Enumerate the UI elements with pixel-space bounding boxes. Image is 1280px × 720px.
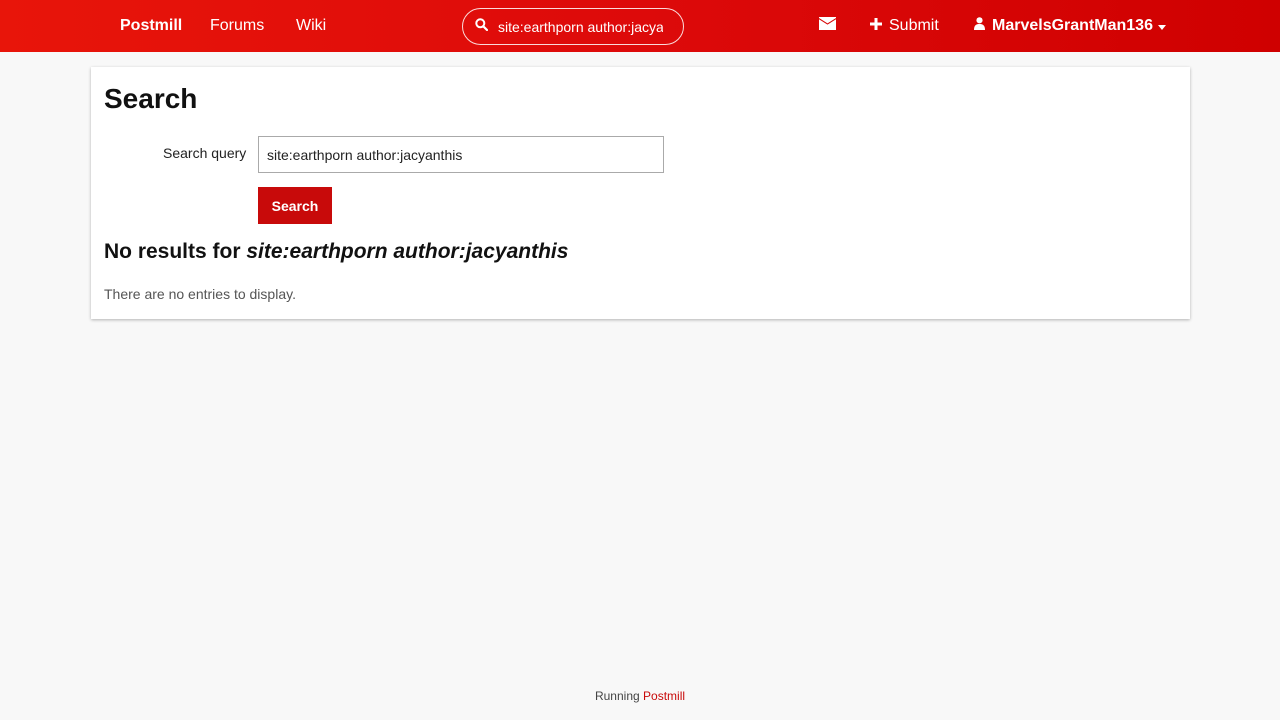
search-button[interactable]: Search — [258, 187, 332, 224]
plus-icon — [870, 17, 882, 35]
header-search-input[interactable] — [498, 18, 663, 35]
results-prefix: No results for — [104, 240, 247, 263]
results-query: site:earthporn author:jacyanthis — [246, 240, 569, 263]
submit-link[interactable]: Submit — [870, 0, 939, 52]
footer: Running Postmill — [0, 689, 1280, 703]
envelope-icon — [819, 17, 836, 35]
search-query-input[interactable] — [258, 136, 664, 173]
user-icon — [974, 17, 985, 35]
page-title: Search — [104, 83, 198, 114]
results-heading: No results for site:earthporn author:jac… — [104, 240, 568, 264]
username: MarvelsGrantMan136 — [992, 17, 1153, 34]
brand-link[interactable]: Postmill — [120, 0, 182, 52]
search-icon — [475, 17, 489, 36]
messages-button[interactable] — [819, 0, 836, 52]
nav-link-forums[interactable]: Forums — [210, 0, 264, 52]
user-menu[interactable]: MarvelsGrantMan136 — [974, 0, 1166, 52]
search-panel: Search Search query Search No results fo… — [91, 67, 1190, 319]
submit-label: Submit — [889, 17, 939, 34]
search-query-label: Search query — [163, 145, 247, 161]
empty-results-message: There are no entries to display. — [104, 286, 296, 302]
nav-link-wiki[interactable]: Wiki — [296, 0, 326, 52]
footer-postmill-link[interactable]: Postmill — [643, 689, 685, 703]
header-search-box[interactable] — [462, 8, 684, 45]
top-navigation-bar: Postmill Forums Wiki Submit — [0, 0, 1280, 52]
footer-prefix: Running — [594, 689, 644, 703]
caret-down-icon — [1157, 17, 1166, 35]
